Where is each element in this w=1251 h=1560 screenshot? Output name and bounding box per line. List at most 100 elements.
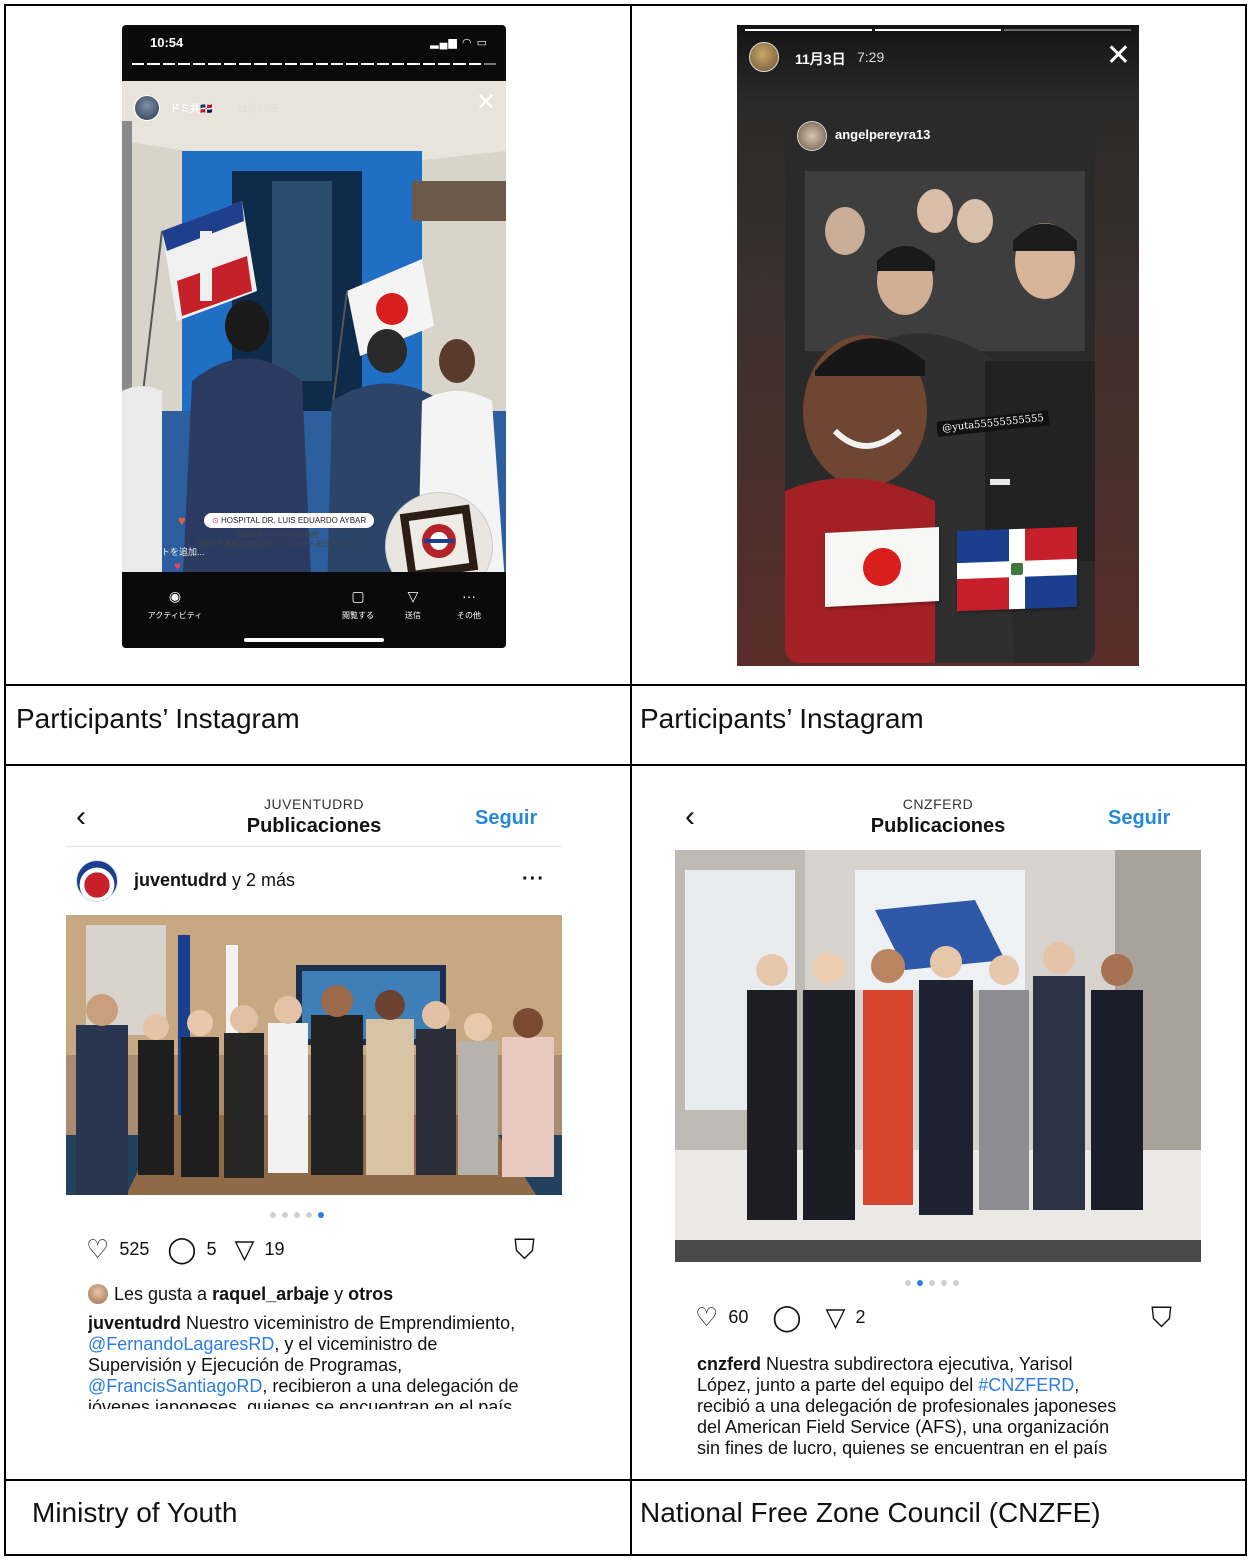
group-photo-illustration xyxy=(675,850,1201,1262)
caption-text: , y el viceministro de xyxy=(274,1334,438,1354)
row-divider xyxy=(6,764,1245,766)
story-time: 7:29 xyxy=(857,49,885,65)
story-username[interactable]: ドミ共🇩🇴 xyxy=(170,100,212,115)
carousel-dot xyxy=(941,1280,947,1286)
caption-participants-instagram-right: Participants’ Instagram xyxy=(640,703,924,734)
page-title: Publicaciones xyxy=(870,815,1006,837)
post-caption: cnzferd Nuestra subdirectora ejecutiva, … xyxy=(697,1354,1197,1458)
highlight-icon: ▢ xyxy=(351,588,365,604)
back-chevron-icon[interactable]: ‹ xyxy=(685,802,695,832)
story-bottom-bar: ◉ アクティビティ ▢ 閲覧する ▽ 送信 ··· その他 xyxy=(122,572,506,648)
avatar[interactable] xyxy=(76,860,118,902)
caption-text: sin fines de lucro, quienes se encuentra… xyxy=(697,1438,1108,1458)
close-icon[interactable]: ✕ xyxy=(1106,41,1131,71)
caption-cnzfe: National Free Zone Council (CNZFE) xyxy=(640,1497,1101,1528)
caption-text: Nuestro viceministro de Emprendimiento, xyxy=(181,1313,516,1333)
location-sticker-text: HOSPITAL DR. LUIS EDUARDO AYBAR xyxy=(220,516,367,525)
instagram-story-screenshot-2: 11月3日 7:29 ✕ angelpereyra13 @yuta5555555… xyxy=(737,25,1139,666)
carousel-dots xyxy=(270,1212,324,1218)
heart-reaction-icon: ♥ xyxy=(174,559,182,573)
comments-count: 5 xyxy=(206,1238,217,1259)
carousel-dot xyxy=(929,1280,935,1286)
caption-author[interactable]: cnzferd xyxy=(697,1354,761,1374)
story-date: 11月3日 xyxy=(795,51,846,67)
caption-text: Nuestra subdirectora ejecutiva, Yarisol xyxy=(761,1354,1073,1374)
carousel-dot-active xyxy=(318,1212,324,1218)
avatar[interactable] xyxy=(134,95,160,121)
likes-count: 60 xyxy=(728,1306,749,1327)
carousel-dot-active xyxy=(917,1280,923,1286)
post-account-label: CNZFERD xyxy=(902,796,974,812)
story-date: 11月13日 xyxy=(237,104,279,115)
follow-button[interactable]: Seguir xyxy=(475,807,537,830)
carousel-dot xyxy=(905,1280,911,1286)
liked-by-user: raquel_arbaje xyxy=(212,1284,330,1304)
send-icon[interactable]: ▽ xyxy=(825,1304,845,1330)
comment-icon[interactable]: ◯ xyxy=(772,1304,801,1330)
shares-count: 19 xyxy=(264,1238,285,1259)
story-progress-bar xyxy=(745,29,1132,32)
activity-action[interactable]: ◉ アクティビティ xyxy=(136,588,214,621)
more-action[interactable]: ··· その他 xyxy=(444,588,494,621)
page-title: Publicaciones xyxy=(246,815,382,837)
post-author-suffix: y 2 más xyxy=(227,870,296,890)
shares-count: 2 xyxy=(855,1306,866,1327)
follow-button[interactable]: Seguir xyxy=(1108,807,1170,830)
story-progress-bar xyxy=(132,63,497,66)
post-photo-group-meeting[interactable] xyxy=(66,915,562,1195)
comment-field[interactable]: コメントを追加... xyxy=(134,545,205,558)
send-icon[interactable]: ▽ xyxy=(234,1236,254,1262)
send-action[interactable]: ▽ 送信 xyxy=(392,588,434,621)
status-time: 10:54 xyxy=(150,35,184,50)
location-sticker[interactable]: ⊙ HOSPITAL DR. LUIS EDUARDO AYBAR xyxy=(204,513,375,528)
instagram-post-juventudrd: ‹ JUVENTUDRD Publicaciones Seguir juvent… xyxy=(66,772,562,1412)
divider xyxy=(66,846,562,847)
post-photo-group-office[interactable] xyxy=(675,850,1201,1262)
post-author-name: juventudrd xyxy=(134,870,227,890)
caption-ministry-of-youth: Ministry of Youth xyxy=(32,1497,238,1528)
liked-by-mid: y xyxy=(329,1284,349,1304)
bookmark-icon[interactable]: ⛉ xyxy=(1151,1304,1172,1332)
mention-link[interactable]: @FrancisSantiagoRD xyxy=(88,1376,262,1396)
caption-text: López, junto a parte del equipo del xyxy=(697,1375,979,1395)
heart-icon[interactable]: ♡ xyxy=(695,1304,718,1330)
activity-label: アクティビティ xyxy=(147,611,203,620)
more-options-icon[interactable]: ··· xyxy=(522,868,545,891)
post-author[interactable]: juventudrd y 2 más xyxy=(134,870,295,891)
avatar xyxy=(88,1284,108,1304)
carousel-dot xyxy=(282,1212,288,1218)
heart-icon[interactable]: ♡ xyxy=(86,1236,109,1262)
reshared-username[interactable]: angelpereyra13 xyxy=(835,127,930,142)
back-chevron-icon[interactable]: ‹ xyxy=(76,802,86,832)
post-caption: juventudrd Nuestro viceministro de Empre… xyxy=(88,1313,558,1409)
bookmark-icon[interactable]: ⛉ xyxy=(514,1236,535,1264)
liked-by-prefix: Les gusta a xyxy=(114,1284,213,1304)
close-icon[interactable]: ✕ xyxy=(476,91,496,115)
caption-text: del American Field Service (AFS), una or… xyxy=(697,1417,1110,1437)
likes-count: 525 xyxy=(119,1238,150,1259)
column-divider xyxy=(630,6,632,1554)
comment-icon[interactable]: ◯ xyxy=(167,1236,196,1262)
carousel-dot xyxy=(306,1212,312,1218)
status-bar: 10:54 ▂▄▆ ◠ ▭ xyxy=(122,25,506,59)
send-icon: ▽ xyxy=(407,588,419,604)
caption-author[interactable]: juventudrd xyxy=(88,1313,181,1333)
avatar[interactable] xyxy=(749,42,779,72)
eye-icon: ◉ xyxy=(168,588,182,604)
row-divider xyxy=(6,1479,1245,1481)
signal-wifi-battery-icon: ▂▄▆ ◠ ▭ xyxy=(430,37,488,49)
post-actions: ♡ 60 ◯ ▽ 2 xyxy=(695,1304,865,1330)
avatar[interactable] xyxy=(797,121,827,151)
home-indicator[interactable] xyxy=(244,638,384,642)
mention-link[interactable]: @FernandoLagaresRD xyxy=(88,1334,274,1354)
caption-text: , xyxy=(1074,1375,1080,1395)
hashtag-link[interactable]: #CNZFERD xyxy=(978,1375,1074,1395)
post-actions: ♡ 525 ◯ 5 ▽ 19 xyxy=(86,1236,285,1262)
liked-by-line[interactable]: Les gusta a raquel_arbaje y otros xyxy=(88,1284,393,1305)
highlight-label: 閲覧する xyxy=(342,611,374,620)
highlight-action[interactable]: ▢ 閲覧する xyxy=(330,588,386,621)
dominican-flag-sticker xyxy=(957,526,1077,612)
liked-by-others: otros xyxy=(348,1284,394,1304)
caption-text: jóvenes japoneses, quienes se encuentran… xyxy=(88,1397,513,1409)
heart-sticker-icon: ♥ xyxy=(178,513,186,528)
